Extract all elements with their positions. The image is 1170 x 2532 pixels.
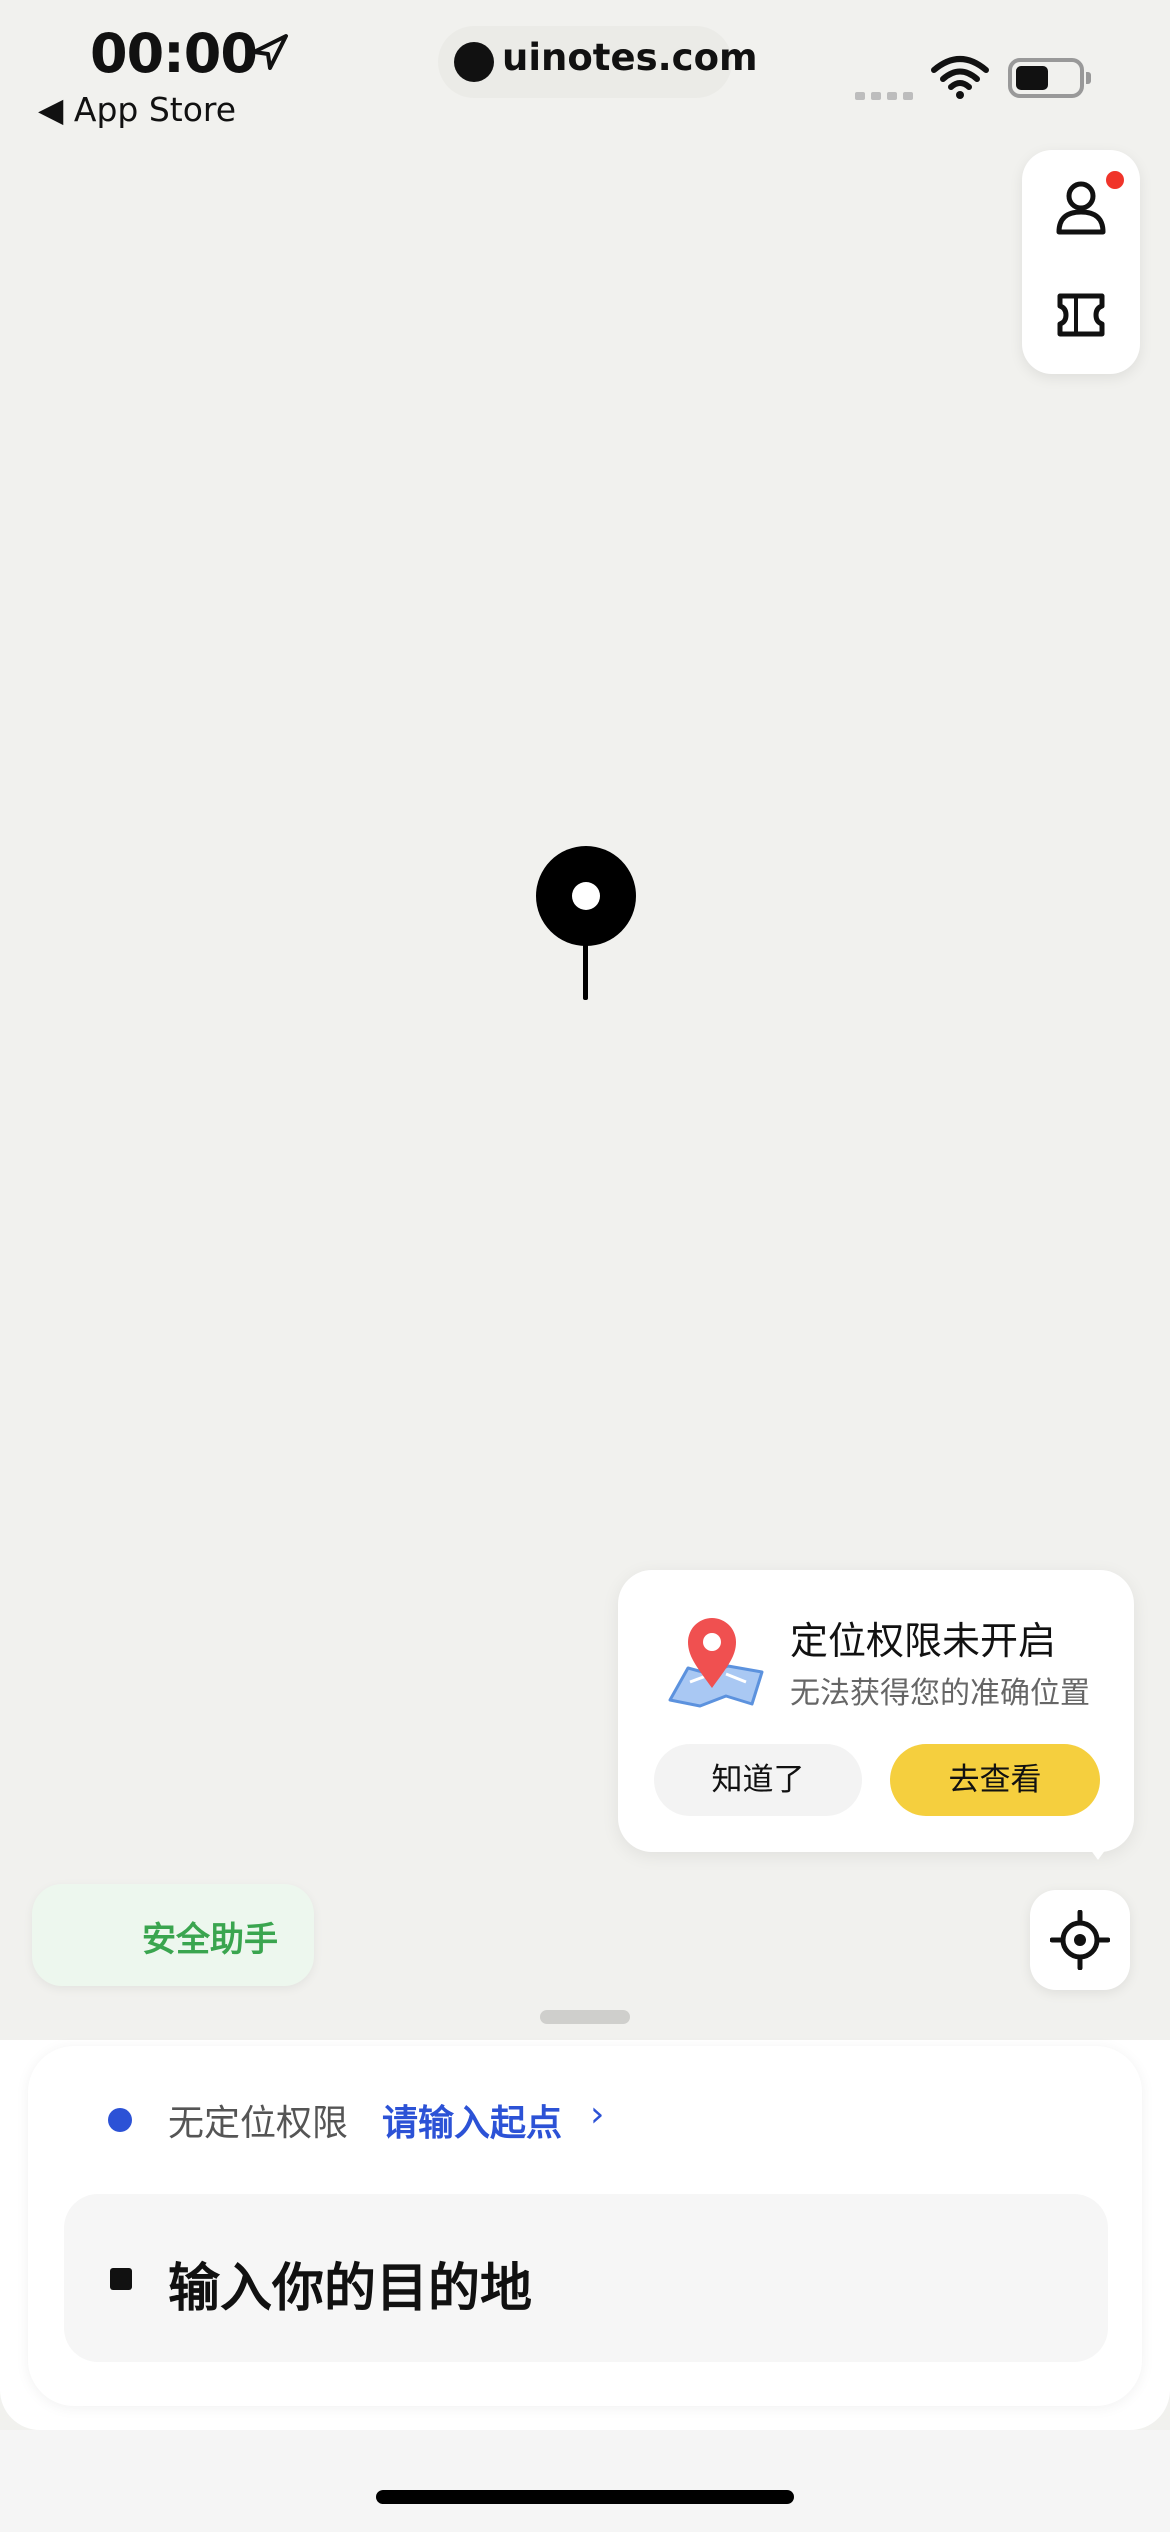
safety-helper-label: 安全助手 <box>142 1920 278 1960</box>
enter-start-point-link[interactable]: 请输入起点 <box>382 2094 562 2146</box>
battery-level <box>1016 66 1048 90</box>
start-point-dot-icon <box>108 2108 132 2132</box>
ticket-icon[interactable] <box>1054 292 1108 338</box>
destination-placeholder: 输入你的目的地 <box>168 2259 533 2319</box>
home-indicator[interactable] <box>376 2490 794 2504</box>
chevron-right-icon[interactable]: › <box>590 2094 604 2135</box>
wifi-icon <box>931 56 989 99</box>
status-time: 00:00 <box>90 22 258 85</box>
battery-tip <box>1086 72 1091 84</box>
sheet-grabber[interactable] <box>540 2010 630 2024</box>
back-to-app-store[interactable]: ◀ App Store <box>38 90 236 129</box>
map-pin-center <box>572 882 600 910</box>
map-pin-stem <box>583 942 588 1000</box>
location-arrow-icon <box>252 34 288 70</box>
notification-dot <box>1103 168 1127 192</box>
go-view-settings-button[interactable]: 去查看 <box>890 1744 1100 1816</box>
site-logo-icon <box>454 42 494 82</box>
popup-title: 定位权限未开启 <box>790 1619 1057 1663</box>
cellular-signal-icon <box>855 85 919 104</box>
no-location-permission-text: 无定位权限 <box>168 2103 349 2144</box>
locate-crosshair-icon <box>1050 1910 1110 1970</box>
person-icon[interactable] <box>1054 178 1108 236</box>
map-location-icon <box>668 1618 764 1708</box>
footer-area <box>0 2430 1170 2532</box>
popup-subtitle: 无法获得您的准确位置 <box>790 1676 1090 1711</box>
popup-tail <box>1082 1838 1114 1860</box>
url-text: uinotes.com <box>502 36 758 79</box>
dismiss-button[interactable]: 知道了 <box>654 1744 862 1816</box>
destination-square-icon <box>110 2268 132 2290</box>
